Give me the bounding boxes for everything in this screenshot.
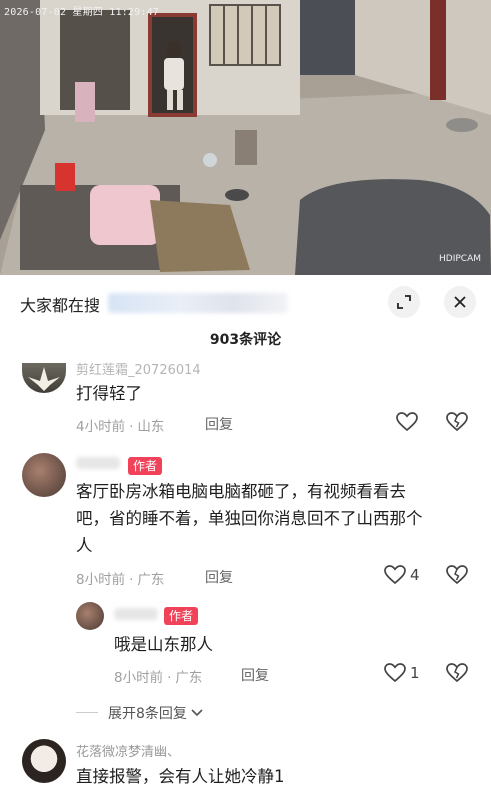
comment-meta: 4小时前 · 山东: [76, 419, 165, 435]
heart-icon: [396, 412, 418, 432]
avatar[interactable]: [22, 363, 66, 393]
expand-replies-button[interactable]: 展开8条回复: [108, 703, 203, 723]
like-button[interactable]: 4: [384, 565, 420, 585]
reply-button[interactable]: 回复: [205, 567, 233, 587]
comment-text: 哦是山东那人: [114, 631, 213, 658]
comment-text-line: 哦是山东那人: [114, 635, 213, 654]
comment-text-line: 吧，省的睡不着，单独回你消息回不了山西那个: [76, 509, 423, 528]
avatar[interactable]: [22, 739, 66, 783]
cctv-scene-image: [0, 0, 491, 275]
comment-text: 客厅卧房冰箱电脑电脑都砸了，有视频看看去 吧，省的睡不着，单独回你消息回不了山西…: [76, 478, 476, 559]
reply-button[interactable]: 回复: [205, 414, 233, 434]
lily-flower-icon: [28, 367, 60, 391]
comment-location: 山东: [137, 419, 165, 435]
comment-location: 广东: [175, 670, 203, 686]
comment-username[interactable]: 剪红莲霜_20726014: [76, 359, 201, 378]
blurred-username: [114, 608, 158, 620]
comment-text: 打得轻了: [76, 380, 142, 407]
comment-username[interactable]: 花落微凉梦清幽、: [76, 741, 180, 760]
comment-count: 903条评论: [209, 332, 282, 348]
like-button[interactable]: [396, 412, 418, 432]
like-count: 1: [410, 664, 420, 682]
dislike-button[interactable]: [446, 565, 468, 585]
camera-watermark: HDIPCAM: [439, 254, 481, 264]
reply-button[interactable]: 回复: [241, 665, 269, 685]
blurred-username: [76, 457, 120, 469]
avatar[interactable]: [22, 453, 66, 497]
dislike-button[interactable]: [446, 412, 468, 432]
expand-button[interactable]: [388, 286, 420, 318]
divider: [76, 712, 98, 713]
comment-sheet: 大家都在搜 903条评论 剪红莲霜_20726014 打得轻了 4小时前 · 山东 …: [0, 275, 491, 800]
blurred-search-term: [108, 293, 288, 313]
expand-replies-label: 展开8条回复: [108, 706, 187, 722]
comment-meta: 8小时前 · 广东: [114, 670, 203, 686]
like-button[interactable]: 1: [384, 663, 420, 683]
close-icon: [454, 296, 466, 308]
avatar[interactable]: [76, 602, 104, 630]
comment-text-line: 客厅卧房冰箱电脑电脑都砸了，有视频看看去: [76, 482, 406, 501]
video-timestamp: 2026-07-02 星期四 11:29:47: [4, 7, 160, 18]
author-badge: 作者: [164, 607, 199, 625]
dislike-button[interactable]: [446, 663, 468, 683]
broken-heart-icon: [446, 412, 468, 432]
comment-text: 直接报警，会有人让她冷静1: [76, 763, 285, 790]
comment-text-line: 人: [76, 536, 93, 555]
broken-heart-icon: [446, 663, 468, 683]
video-player[interactable]: 2026-07-02 星期四 11:29:47 HDIPCAM: [0, 0, 491, 275]
heart-icon: [384, 565, 406, 585]
comment-meta: 8小时前 · 广东: [76, 572, 165, 588]
like-count: 4: [410, 566, 420, 584]
comment-text-line: 打得轻了: [76, 384, 142, 403]
chevron-down-icon: [191, 709, 203, 717]
expand-icon: [397, 295, 411, 309]
comment-time: 4小时前: [76, 419, 126, 435]
trending-search-label[interactable]: 大家都在搜: [20, 292, 100, 316]
comment-location: 广东: [137, 572, 165, 588]
comment-time: 8小时前: [114, 670, 164, 686]
comment-time: 8小时前: [76, 572, 126, 588]
broken-heart-icon: [446, 565, 468, 585]
close-button[interactable]: [444, 286, 476, 318]
author-badge: 作者: [128, 457, 163, 475]
heart-icon: [384, 663, 406, 683]
comment-text-line: 直接报警，会有人让她冷静1: [76, 767, 285, 786]
